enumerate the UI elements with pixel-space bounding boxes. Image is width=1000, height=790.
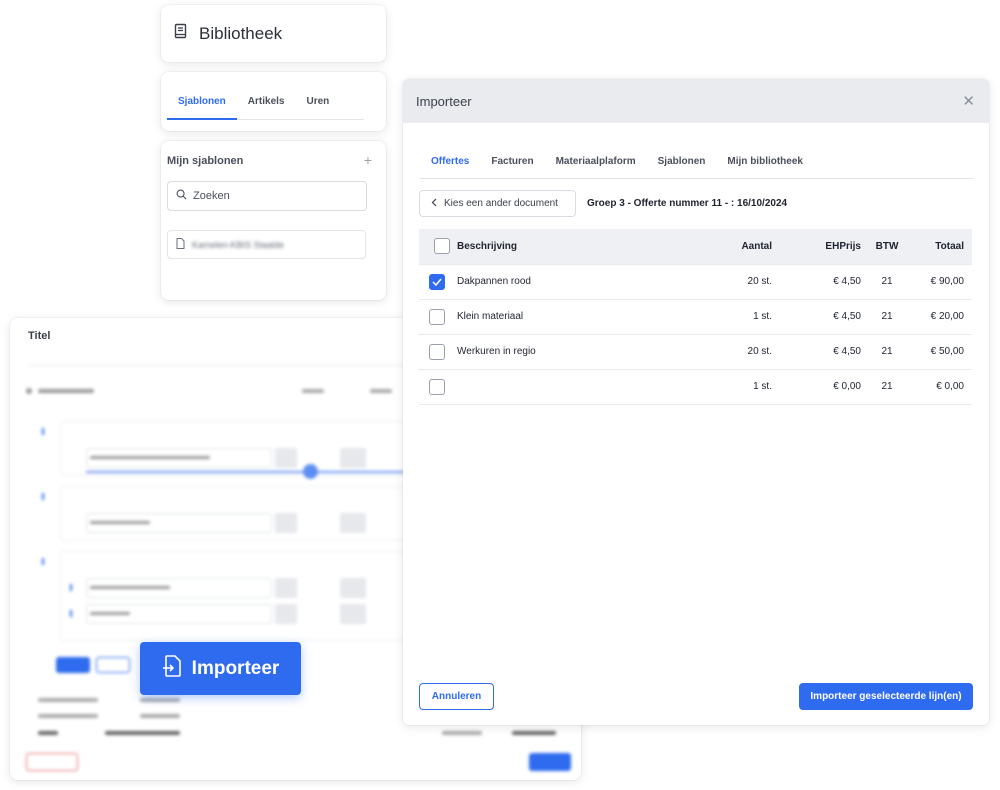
table-row[interactable]: Klein materiaal 1 st. € 4,50 21 € 20,00 [419,299,972,335]
template-item[interactable]: Kamelen-KBIS Staalde [167,230,366,259]
book-icon [173,23,189,44]
import-selected-lines-button[interactable]: Importeer geselecteerde lijn(en) [799,683,973,710]
row-vat: 21 [861,334,913,370]
tab-mijn-bibliotheek[interactable]: Mijn bibliotheek [716,149,814,179]
row-description: Dakpannen rood [455,264,675,300]
search-icon [176,189,187,203]
modal-header: Importeer ✕ [403,79,989,123]
row-description [455,369,675,405]
add-template-icon[interactable]: + [364,153,372,167]
templates-header: Mijn sjablonen + [167,153,372,167]
file-icon [176,236,185,254]
row-checkbox[interactable] [429,343,445,360]
table-row[interactable]: Werkuren in regio 20 st. € 4,50 21 € 50,… [419,334,972,370]
table-row[interactable]: 1 st. € 0,00 21 € 0,00 [419,369,972,405]
row-unit-price: € 4,50 [772,334,861,370]
row-unit-price: € 4,50 [772,264,861,300]
header-description: Beschrijving [455,229,675,265]
document-title: Groep 3 - Offerte nummer 11 - : 16/10/20… [587,198,788,209]
library-title: Bibliotheek [199,23,283,43]
lines-table: Beschrijving Aantal EHPrijs BTW Totaal D… [419,229,972,405]
row-description: Werkuren in regio [455,334,675,370]
table-row[interactable]: Dakpannen rood 20 st. € 4,50 21 € 90,00 [419,264,972,300]
row-checkbox[interactable] [429,308,445,325]
library-tabs-card: Sjablonen Artikels Uren [161,72,386,131]
import-file-icon [162,655,182,682]
template-item-label: Kamelen-KBIS Staalde [192,239,285,250]
search-placeholder: Zoeken [193,190,230,202]
row-total: € 90,00 [913,264,972,300]
library-tabs: Sjablonen Artikels Uren [167,92,364,120]
row-quantity: 20 st. [675,334,772,370]
row-quantity: 1 st. [675,369,772,405]
row-quantity: 1 st. [675,299,772,335]
form-title-label: Titel [28,330,51,342]
header-unit-price: EHPrijs [772,229,861,265]
import-button-label: Importeer [191,657,280,679]
table-header-row: Beschrijving Aantal EHPrijs BTW Totaal [419,229,972,265]
close-icon[interactable]: ✕ [962,94,975,109]
modal-title: Importeer [416,93,472,109]
row-quantity: 20 st. [675,264,772,300]
tab-artikels[interactable]: Artikels [237,92,296,120]
row-total: € 0,00 [913,369,972,405]
choose-other-document-label: Kies een ander document [444,198,558,209]
row-vat: 21 [861,369,913,405]
templates-panel: Mijn sjablonen + Zoeken Kamelen-KBIS Sta… [161,141,386,300]
templates-heading: Mijn sjablonen [167,155,244,167]
row-vat: 21 [861,299,913,335]
row-unit-price: € 4,50 [772,299,861,335]
row-vat: 21 [861,264,913,300]
row-unit-price: € 0,00 [772,369,861,405]
tab-uren[interactable]: Uren [295,92,340,120]
template-search-input[interactable]: Zoeken [167,181,367,211]
row-total: € 20,00 [913,299,972,335]
select-all-checkbox[interactable] [434,238,450,255]
import-modal: Importeer ✕ Offertes Facturen Materiaalp… [403,79,989,725]
tab-sjablonen[interactable]: Sjablonen [647,149,717,179]
cancel-button[interactable]: Annuleren [419,683,494,710]
tab-sjablonen[interactable]: Sjablonen [167,92,237,120]
row-description: Klein materiaal [455,299,675,335]
tab-facturen[interactable]: Facturen [480,149,544,179]
chevron-left-icon [431,198,437,210]
row-total: € 50,00 [913,334,972,370]
check-icon [432,278,442,286]
header-vat: BTW [861,229,913,265]
library-header: Bibliotheek [161,5,386,62]
modal-tabs: Offertes Facturen Materiaalplaform Sjabl… [420,149,973,179]
tab-materiaalplatform[interactable]: Materiaalplaform [545,149,647,179]
row-checkbox[interactable] [429,273,445,290]
tab-offertes[interactable]: Offertes [420,149,480,179]
row-checkbox[interactable] [429,378,445,395]
header-quantity: Aantal [675,229,772,265]
import-button[interactable]: Importeer [140,642,301,695]
header-total: Totaal [913,229,972,265]
choose-other-document-button[interactable]: Kies een ander document [419,190,576,217]
